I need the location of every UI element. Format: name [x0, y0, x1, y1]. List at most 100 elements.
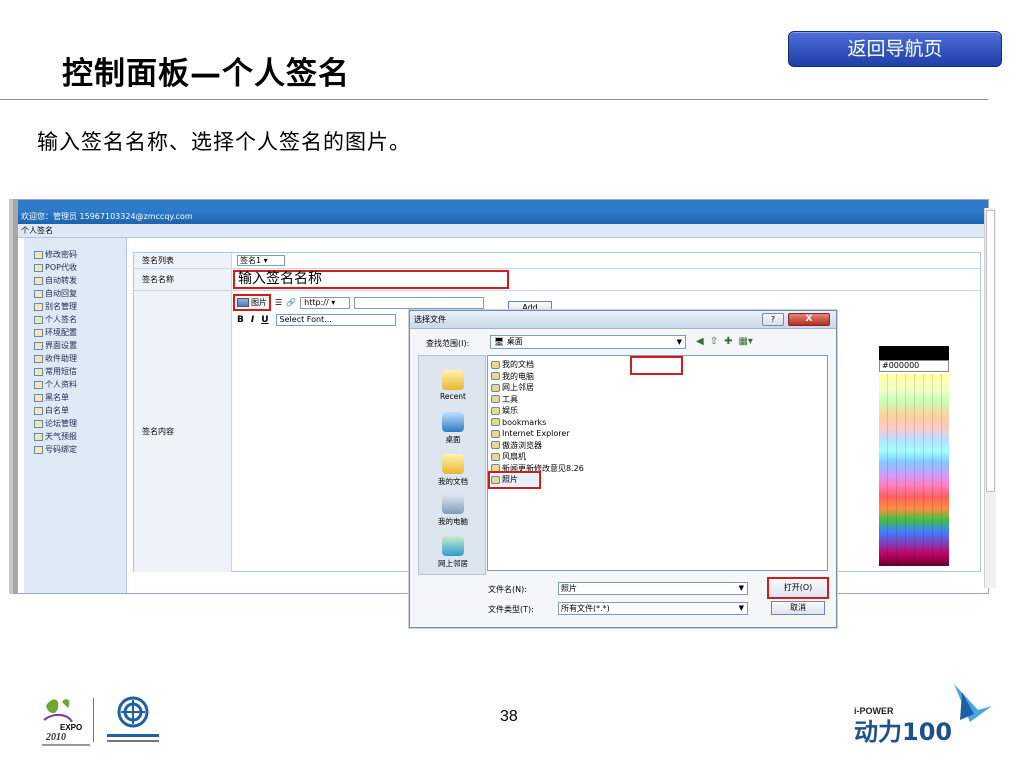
- network-icon: [491, 383, 500, 392]
- chevron-down-icon: ▼: [676, 338, 682, 346]
- tab-personal-signature[interactable]: 个人签名: [18, 224, 988, 238]
- my-documents-icon: [442, 454, 464, 474]
- sidebar-item-weather[interactable]: 天气预报: [24, 430, 126, 443]
- view-menu-icon[interactable]: ▦▾: [738, 336, 752, 347]
- chevron-down-icon: ▼: [738, 604, 744, 612]
- key-icon: [34, 250, 43, 259]
- underline-button[interactable]: U: [261, 315, 268, 325]
- assistant-icon: [34, 354, 43, 363]
- filetype-select[interactable]: 所有文件(*.*) ▼: [558, 602, 748, 615]
- page-scrollbar[interactable]: [984, 208, 996, 588]
- back-icon[interactable]: ◀: [696, 336, 704, 347]
- scroll-thumb[interactable]: [986, 210, 995, 492]
- sidebar-item-sms[interactable]: 常用短信: [24, 365, 126, 378]
- insert-image-button[interactable]: 图片: [233, 294, 271, 311]
- up-folder-icon[interactable]: ⇧: [710, 336, 718, 347]
- bold-button[interactable]: B: [237, 315, 244, 325]
- signature-list-select[interactable]: 签名1 ▾: [237, 255, 285, 266]
- logo-divider: [93, 698, 94, 742]
- chevron-down-icon: ▼: [738, 584, 744, 592]
- sidebar-item-bind[interactable]: 号码绑定: [24, 443, 126, 456]
- signature-name-input[interactable]: 输入签名名称: [233, 270, 509, 289]
- place-recent[interactable]: Recent: [419, 370, 487, 401]
- list-item[interactable]: 娱乐: [491, 405, 824, 417]
- image-file-icon: [491, 475, 500, 484]
- document-icon: [491, 464, 500, 473]
- list-item[interactable]: 傲游浏览器: [491, 440, 824, 452]
- sidebar-item-forward[interactable]: 自动转发: [24, 274, 126, 287]
- app-top-strip: [18, 200, 988, 210]
- file-list: 我的文档 我的电脑 网上邻居 工具 娱乐 bookmarks Internet …: [487, 355, 828, 571]
- browser-icon: [491, 441, 500, 450]
- forum-icon: [34, 419, 43, 428]
- open-button[interactable]: 打开(O): [767, 577, 829, 599]
- profile-icon: [34, 380, 43, 389]
- signature-name-row: 签名名称 输入签名名称: [134, 269, 980, 291]
- filename-label: 文件名(N):: [488, 585, 527, 594]
- desktop-icon: [442, 412, 464, 432]
- network-icon: [442, 536, 464, 556]
- expo-year: 2010: [45, 732, 66, 743]
- cancel-button[interactable]: 取消: [771, 601, 825, 615]
- sidebar-item-profile[interactable]: 个人资料: [24, 378, 126, 391]
- font-select[interactable]: Select Font...: [275, 314, 396, 326]
- reply-icon: [34, 289, 43, 298]
- list-item[interactable]: 网上邻居: [491, 382, 824, 394]
- list-item[interactable]: Internet Explorer: [491, 428, 824, 440]
- sidebar-item-pop[interactable]: POP代收: [24, 261, 126, 274]
- alias-icon: [34, 302, 43, 311]
- whitelist-icon: [34, 406, 43, 415]
- bind-icon: [34, 445, 43, 454]
- place-network[interactable]: 网上邻居: [419, 536, 487, 569]
- look-in-label: 查找范围(I):: [426, 339, 470, 348]
- page-number: 38: [500, 708, 518, 725]
- close-button[interactable]: X: [788, 313, 830, 326]
- help-button[interactable]: ?: [762, 313, 784, 326]
- list-item[interactable]: 新闻更新修改意见8.26: [491, 463, 824, 475]
- blacklist-icon: [34, 393, 43, 402]
- italic-button[interactable]: I: [251, 315, 254, 325]
- slide-subtitle: 输入签名名称、选择个人签名的图片。: [37, 130, 411, 154]
- interface-icon: [34, 341, 43, 350]
- sidebar-item-blacklist[interactable]: 黑名单: [24, 391, 126, 404]
- color-swatch-grid[interactable]: [879, 374, 949, 566]
- sidebar-item-alias[interactable]: 别名管理: [24, 300, 126, 313]
- list-icon[interactable]: ☰: [275, 298, 282, 307]
- forward-icon: [34, 276, 43, 285]
- url-protocol-select[interactable]: http:// ▾: [300, 296, 351, 309]
- back-to-nav-button[interactable]: 返回导航页: [788, 31, 1002, 67]
- image-icon: [237, 298, 249, 307]
- list-item[interactable]: bookmarks: [491, 417, 824, 429]
- sidebar-item-assistant[interactable]: 收件助理: [24, 352, 126, 365]
- list-item-selected[interactable]: 照片: [488, 471, 541, 489]
- filename-input[interactable]: 照片 ▼: [558, 582, 748, 595]
- list-item[interactable]: 风扇机: [491, 451, 824, 463]
- sidebar-item-forum[interactable]: 论坛管理: [24, 417, 126, 430]
- ipower-text: i-POWER: [854, 706, 894, 716]
- url-input[interactable]: [354, 296, 485, 309]
- place-my-documents[interactable]: 我的文档: [419, 454, 487, 487]
- sidebar-item-password[interactable]: 修改密码: [24, 248, 126, 261]
- signature-name-label: 签名名称: [134, 269, 232, 290]
- welcome-bar: 欢迎您：管理员 15967103324@zmccqy.com: [18, 210, 988, 224]
- recent-folder-icon: [442, 370, 464, 390]
- place-desktop[interactable]: 桌面: [419, 412, 487, 445]
- link-icon[interactable]: 🔗: [286, 298, 296, 307]
- title-divider: [0, 99, 988, 100]
- document-icon: [491, 452, 500, 461]
- list-item[interactable]: 工具: [491, 394, 824, 406]
- place-my-computer[interactable]: 我的电脑: [419, 494, 487, 527]
- ie-icon: [491, 429, 500, 438]
- sidebar-item-reply[interactable]: 自动回复: [24, 287, 126, 300]
- sidebar-item-environment[interactable]: 环境配置: [24, 326, 126, 339]
- new-folder-icon[interactable]: ✚: [724, 336, 732, 347]
- look-in-select[interactable]: 🖥 桌面 ▼: [490, 335, 686, 349]
- filetype-label: 文件类型(T):: [488, 605, 534, 614]
- sidebar-item-whitelist[interactable]: 白名单: [24, 404, 126, 417]
- color-value-input[interactable]: #000000: [879, 360, 949, 372]
- slide-title: 控制面板—个人签名: [62, 56, 350, 92]
- sidebar-item-signature[interactable]: 个人签名: [24, 313, 126, 326]
- star-icon: [491, 406, 500, 415]
- sidebar-item-interface[interactable]: 界面设置: [24, 339, 126, 352]
- bookmark-icon: [491, 418, 500, 427]
